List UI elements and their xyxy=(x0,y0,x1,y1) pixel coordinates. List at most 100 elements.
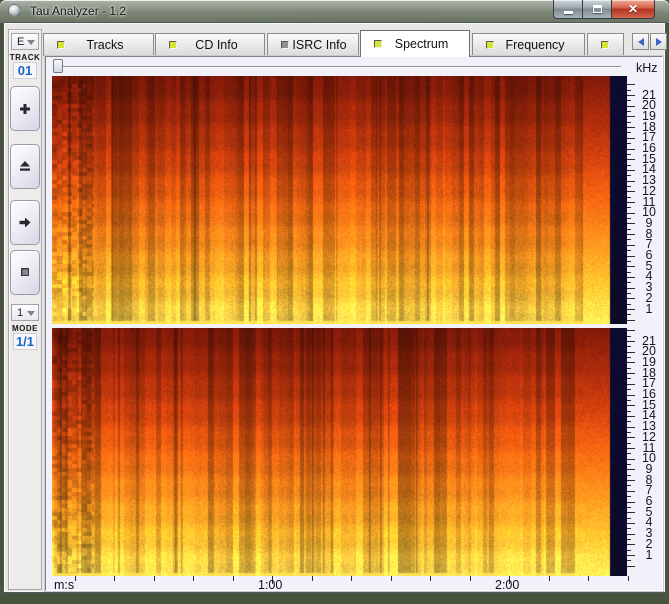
freq-tick xyxy=(627,277,635,278)
tab-label: CD Info xyxy=(177,38,264,52)
tab-partial[interactable] xyxy=(587,33,624,56)
freq-tick xyxy=(627,320,635,321)
tab-indicator-icon xyxy=(57,41,65,49)
tab-label: Spectrum xyxy=(382,37,469,51)
time-tick xyxy=(430,576,431,581)
freq-tick xyxy=(627,411,631,412)
tab-scroll-right-button[interactable] xyxy=(650,33,667,50)
tab-bar: Tracks CD Info ISRC Info Spectrum Freque… xyxy=(43,30,665,57)
track-number: 01 xyxy=(13,62,37,79)
freq-tick xyxy=(627,154,631,155)
time-tick xyxy=(75,576,76,581)
freq-tick xyxy=(627,90,631,91)
freq-tick xyxy=(627,485,631,486)
freq-tick xyxy=(627,218,631,219)
minimize-icon xyxy=(564,11,573,14)
chevron-down-icon xyxy=(27,311,35,316)
freq-tick xyxy=(627,84,635,85)
plus-icon xyxy=(19,103,31,115)
time-axis: m:s 1:002:00 xyxy=(48,576,662,591)
freq-tick xyxy=(627,357,631,358)
next-button[interactable] xyxy=(10,200,40,245)
tab-label: Tracks xyxy=(65,38,153,52)
stop-button[interactable] xyxy=(10,250,40,295)
freq-tick xyxy=(627,288,635,289)
freq-tick xyxy=(627,100,631,101)
time-tick-label: 2:00 xyxy=(495,578,519,592)
stop-square-icon xyxy=(21,268,30,277)
position-slider[interactable] xyxy=(54,66,621,67)
track-selector[interactable]: E xyxy=(11,33,39,50)
freq-tick xyxy=(627,122,631,123)
freq-tick xyxy=(627,459,635,460)
freq-tick xyxy=(627,175,631,176)
tab-spectrum[interactable]: Spectrum xyxy=(360,30,470,57)
mode-value: 1/1 xyxy=(13,333,37,350)
freq-tick xyxy=(627,389,631,390)
tab-cd-info[interactable]: CD Info xyxy=(155,33,265,56)
time-tick-label: 1:00 xyxy=(258,578,282,592)
freq-tick xyxy=(627,250,631,251)
position-slider-thumb[interactable] xyxy=(53,59,63,73)
tab-indicator-icon xyxy=(601,41,609,49)
freq-tick xyxy=(627,106,635,107)
freq-tick xyxy=(627,261,631,262)
freq-tick xyxy=(627,491,635,492)
time-tick xyxy=(351,576,352,581)
tab-isrc-info[interactable]: ISRC Info xyxy=(267,33,359,56)
freq-tick xyxy=(627,207,631,208)
freq-tick xyxy=(627,336,631,337)
time-tick xyxy=(312,576,313,581)
window-body: E TRACK 01 1 MODE 1/1 Tracks xyxy=(3,22,666,593)
freq-tick xyxy=(627,448,635,449)
time-tick xyxy=(233,576,234,581)
minimize-button[interactable] xyxy=(553,0,582,19)
time-tick xyxy=(470,576,471,581)
freq-tick xyxy=(627,272,631,273)
freq-tick xyxy=(627,309,635,310)
freq-tick xyxy=(627,437,635,438)
track-label: TRACK xyxy=(9,53,41,62)
chevron-down-icon xyxy=(27,40,35,45)
freq-tick xyxy=(627,181,635,182)
freq-tick xyxy=(627,298,635,299)
freq-tick xyxy=(627,395,635,396)
freq-tick xyxy=(627,469,635,470)
freq-tick xyxy=(627,127,635,128)
freq-tick xyxy=(627,330,635,331)
freq-tick xyxy=(627,555,635,556)
freq-tick xyxy=(627,191,635,192)
freq-tick xyxy=(627,373,635,374)
tab-label: Frequency xyxy=(494,38,584,52)
freq-tick xyxy=(627,480,635,481)
maximize-button[interactable] xyxy=(582,0,611,19)
freq-tick xyxy=(627,149,635,150)
freq-tick xyxy=(627,421,631,422)
freq-tick xyxy=(627,405,635,406)
freq-tick xyxy=(627,143,631,144)
eject-button[interactable] xyxy=(10,144,40,189)
freq-tick xyxy=(627,443,631,444)
freq-tick xyxy=(627,507,631,508)
time-tick xyxy=(154,576,155,581)
freq-tick xyxy=(627,518,631,519)
freq-tick xyxy=(627,111,631,112)
freq-tick-label: 1 xyxy=(637,550,661,561)
add-button[interactable] xyxy=(10,86,40,131)
sidebar: E TRACK 01 1 MODE 1/1 xyxy=(8,29,42,590)
tab-scroll-left-button[interactable] xyxy=(632,33,649,50)
mode-selector[interactable]: 1 xyxy=(11,304,39,321)
freq-tick xyxy=(627,229,631,230)
tab-indicator-icon xyxy=(281,41,289,49)
title-bar[interactable]: Tau Analyzer - 1.2 ✕ xyxy=(0,0,669,23)
tab-tracks[interactable]: Tracks xyxy=(43,33,154,56)
freq-tick xyxy=(627,170,635,171)
time-tick xyxy=(114,576,115,581)
app-icon xyxy=(8,4,21,17)
close-button[interactable]: ✕ xyxy=(611,0,655,19)
freq-tick xyxy=(627,223,635,224)
tab-frequency[interactable]: Frequency xyxy=(472,33,585,56)
freq-tick xyxy=(627,453,631,454)
freq-tick xyxy=(627,432,631,433)
mode-selector-value: 1 xyxy=(17,307,23,319)
